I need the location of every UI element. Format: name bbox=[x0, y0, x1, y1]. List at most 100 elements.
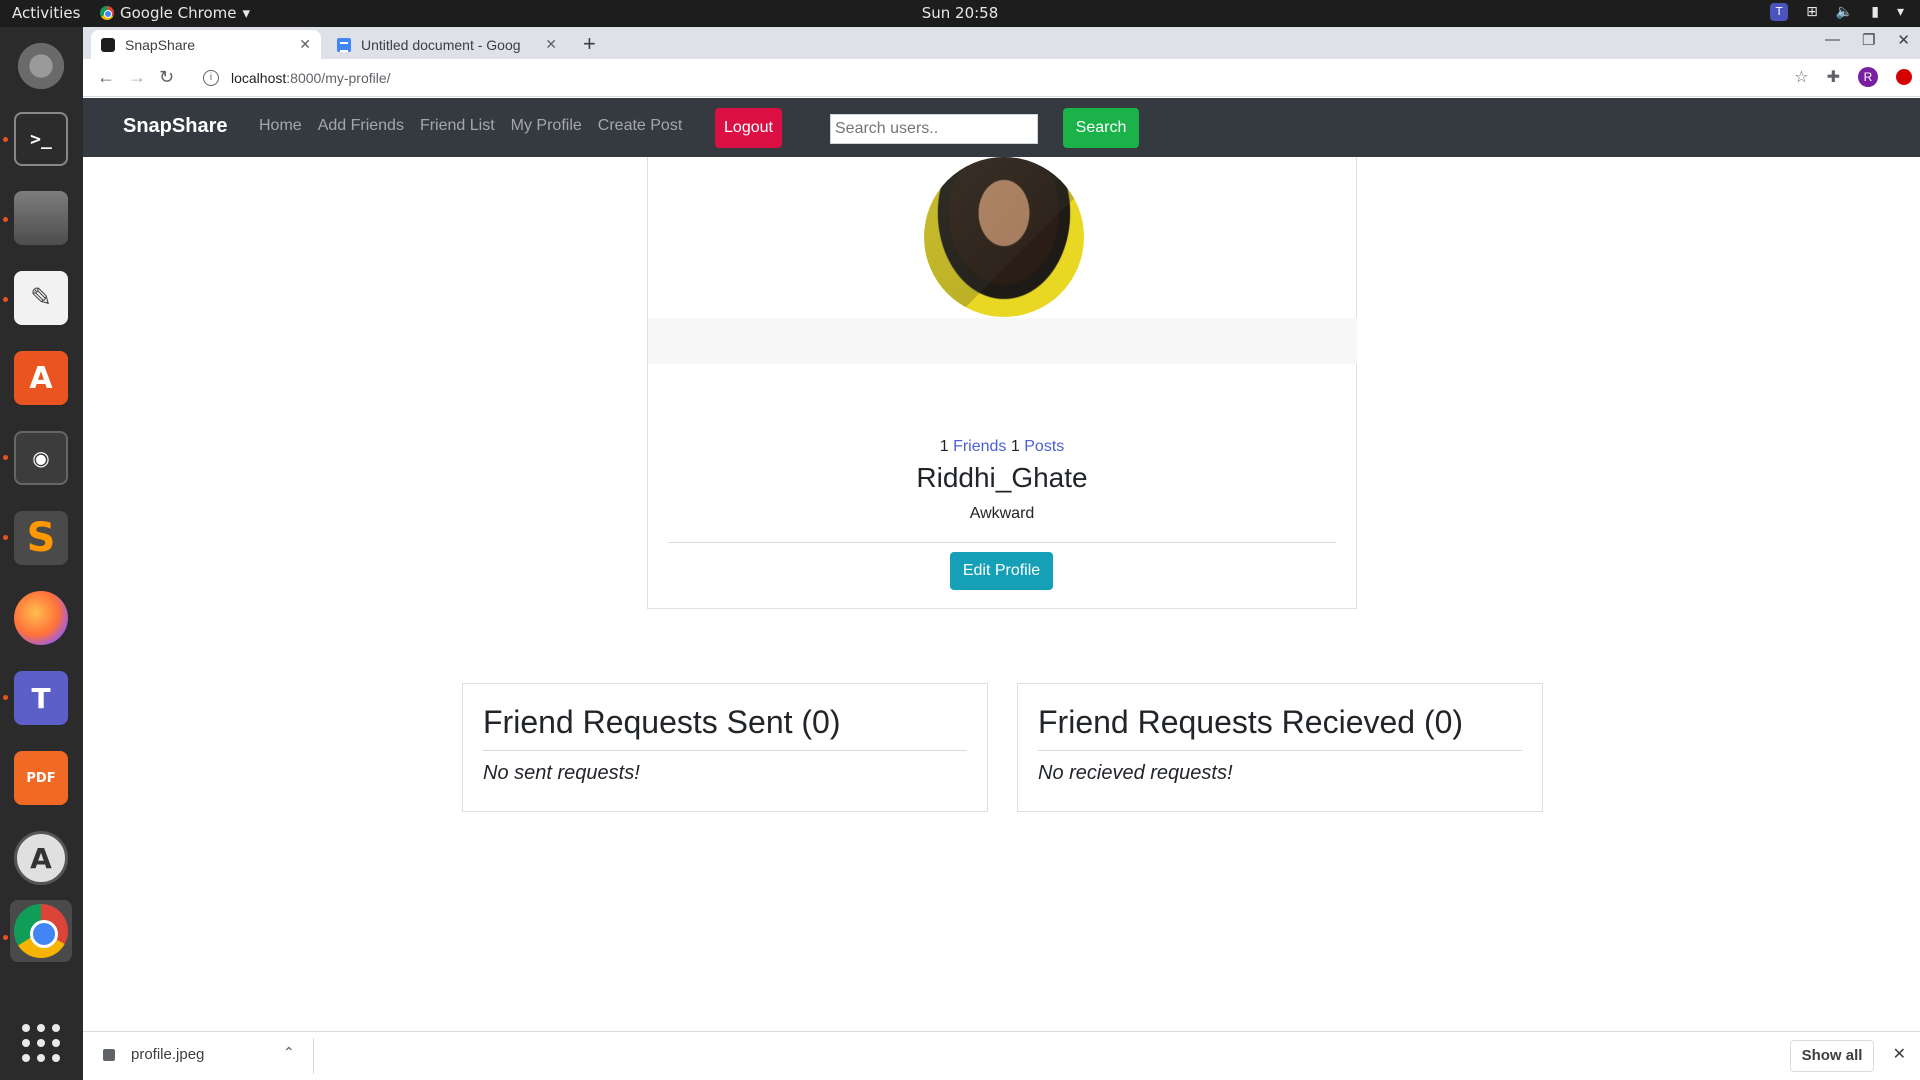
dock-safe[interactable]: ◉ bbox=[10, 427, 72, 489]
edit-profile-button[interactable]: Edit Profile bbox=[950, 552, 1053, 590]
nav-friend-list[interactable]: Friend List bbox=[420, 117, 495, 135]
tab-untitled-document[interactable]: Untitled document - Goog ✕ bbox=[327, 30, 567, 59]
dock-terminal[interactable]: >_ bbox=[10, 108, 72, 170]
terminal-icon: >_ bbox=[14, 112, 68, 166]
requests-received-empty: No recieved requests! bbox=[1038, 762, 1233, 784]
back-icon[interactable]: ← bbox=[97, 67, 115, 88]
software-updater-icon: A bbox=[14, 831, 68, 885]
extension-icon[interactable] bbox=[1896, 69, 1912, 85]
url-host: localhost bbox=[231, 70, 287, 86]
bookmark-star-icon[interactable]: ☆ bbox=[1794, 67, 1808, 87]
teams-tray-icon[interactable]: T bbox=[1770, 3, 1789, 21]
nav-add-friends[interactable]: Add Friends bbox=[318, 117, 404, 135]
address-bar[interactable]: i localhost:8000/my-profile/ bbox=[193, 63, 1893, 93]
dock-show-apps[interactable] bbox=[10, 1012, 72, 1074]
toolbar-actions: ☆ ✚ R bbox=[1794, 67, 1912, 87]
nav-links: Home Add Friends Friend List My Profile … bbox=[259, 117, 682, 135]
file-icon bbox=[103, 1048, 115, 1061]
tab-strip: SnapShare ✕ Untitled document - Goog ✕ +… bbox=[83, 27, 1920, 59]
nav-my-profile[interactable]: My Profile bbox=[511, 117, 582, 135]
profile-avatar bbox=[924, 157, 1084, 317]
site-info-icon[interactable]: i bbox=[203, 70, 219, 86]
dock-software[interactable]: A bbox=[10, 347, 72, 409]
reload-icon[interactable]: ↻ bbox=[159, 67, 174, 88]
close-window-icon[interactable]: ✕ bbox=[1897, 31, 1910, 49]
close-icon[interactable]: ✕ bbox=[1893, 1044, 1906, 1064]
nav-home[interactable]: Home bbox=[259, 117, 302, 135]
minimize-icon[interactable]: — bbox=[1825, 31, 1840, 49]
requests-received-title: Friend Requests Recieved (0) bbox=[1038, 704, 1464, 740]
tab-snapshare[interactable]: SnapShare ✕ bbox=[91, 30, 321, 59]
requests-sent-card: Friend Requests Sent (0) No sent request… bbox=[462, 683, 988, 812]
running-indicator bbox=[3, 935, 8, 940]
dock: >_ ✎ A ◉ S T PDF A bbox=[0, 27, 83, 1080]
software-center-icon: A bbox=[14, 351, 68, 405]
dock-teams[interactable]: T bbox=[10, 667, 72, 729]
cover-band bbox=[648, 318, 1357, 364]
dock-settings[interactable] bbox=[10, 35, 72, 97]
network-icon[interactable]: ⊞ bbox=[1806, 4, 1818, 20]
divider bbox=[1038, 750, 1522, 751]
restore-icon[interactable]: ❐ bbox=[1862, 31, 1875, 49]
profile-username: Riddhi_Ghate bbox=[916, 462, 1088, 493]
requests-sent-empty: No sent requests! bbox=[483, 762, 640, 784]
nav-create-post[interactable]: Create Post bbox=[598, 117, 682, 135]
running-indicator bbox=[3, 297, 8, 302]
running-indicator bbox=[3, 217, 8, 222]
tab-title: Untitled document - Goog bbox=[361, 36, 521, 53]
dock-pdf[interactable]: PDF bbox=[10, 747, 72, 809]
posts-count: 1 bbox=[1010, 438, 1020, 455]
dock-files[interactable] bbox=[10, 187, 72, 249]
dock-firefox[interactable] bbox=[10, 587, 72, 649]
chevron-up-icon[interactable]: ⌃ bbox=[283, 1044, 295, 1061]
show-apps-icon bbox=[22, 1024, 60, 1062]
text-editor-icon: ✎ bbox=[14, 271, 68, 325]
files-icon bbox=[14, 191, 68, 245]
close-icon[interactable]: ✕ bbox=[299, 36, 311, 53]
snapshare-favicon bbox=[101, 37, 115, 52]
dock-text-editor[interactable]: ✎ bbox=[10, 267, 72, 329]
chrome-icon bbox=[100, 6, 114, 20]
divider bbox=[313, 1038, 314, 1074]
activities-button[interactable]: Activities bbox=[12, 4, 80, 22]
divider bbox=[483, 750, 967, 751]
brand-logo[interactable]: SnapShare bbox=[123, 115, 227, 138]
requests-received-card: Friend Requests Recieved (0) No recieved… bbox=[1017, 683, 1543, 812]
profile-stats: 1 Friends 1 Posts bbox=[648, 438, 1356, 456]
firefox-icon bbox=[14, 591, 68, 645]
logout-button[interactable]: Logout bbox=[715, 108, 782, 148]
volume-icon[interactable]: 🔈 bbox=[1836, 4, 1853, 20]
forward-icon[interactable]: → bbox=[128, 67, 146, 88]
download-item[interactable]: profile.jpeg bbox=[103, 1046, 204, 1063]
close-icon[interactable]: ✕ bbox=[545, 36, 557, 53]
app-menu[interactable]: Google Chrome ▾ bbox=[100, 4, 250, 22]
search-users-input[interactable] bbox=[830, 114, 1038, 144]
google-docs-favicon bbox=[337, 37, 351, 52]
profile-avatar-icon[interactable]: R bbox=[1858, 67, 1878, 87]
dock-updater[interactable]: A bbox=[10, 827, 72, 889]
new-tab-button[interactable]: + bbox=[583, 31, 596, 57]
running-indicator bbox=[3, 535, 8, 540]
search-button[interactable]: Search bbox=[1063, 108, 1139, 148]
running-indicator bbox=[3, 455, 8, 460]
clock[interactable]: Sun 20:58 bbox=[0, 4, 1920, 22]
dock-sublime[interactable]: S bbox=[10, 507, 72, 569]
app-menu-label: Google Chrome bbox=[120, 4, 237, 22]
safe-icon: ◉ bbox=[14, 431, 68, 485]
battery-icon[interactable]: ▮ bbox=[1871, 4, 1879, 20]
show-all-button[interactable]: Show all bbox=[1790, 1040, 1874, 1072]
chevron-down-icon: ▾ bbox=[242, 4, 251, 22]
running-indicator bbox=[3, 695, 8, 700]
friends-link[interactable]: Friends bbox=[953, 438, 1006, 455]
profile-bio: Awkward bbox=[969, 505, 1035, 522]
requests-sent-title: Friend Requests Sent (0) bbox=[483, 704, 841, 740]
friends-count: 1 bbox=[939, 438, 949, 455]
browser-toolbar: ← → ↻ i localhost:8000/my-profile/ ☆ ✚ R bbox=[83, 59, 1920, 97]
extensions-icon[interactable]: ✚ bbox=[1827, 67, 1840, 87]
divider bbox=[668, 542, 1336, 543]
dock-chrome[interactable] bbox=[10, 900, 72, 962]
system-tray[interactable]: T ⊞ 🔈 ▮ ▾ bbox=[1770, 3, 1904, 21]
chrome-icon bbox=[14, 904, 68, 958]
chevron-down-icon[interactable]: ▾ bbox=[1897, 4, 1904, 20]
posts-link[interactable]: Posts bbox=[1024, 438, 1064, 455]
